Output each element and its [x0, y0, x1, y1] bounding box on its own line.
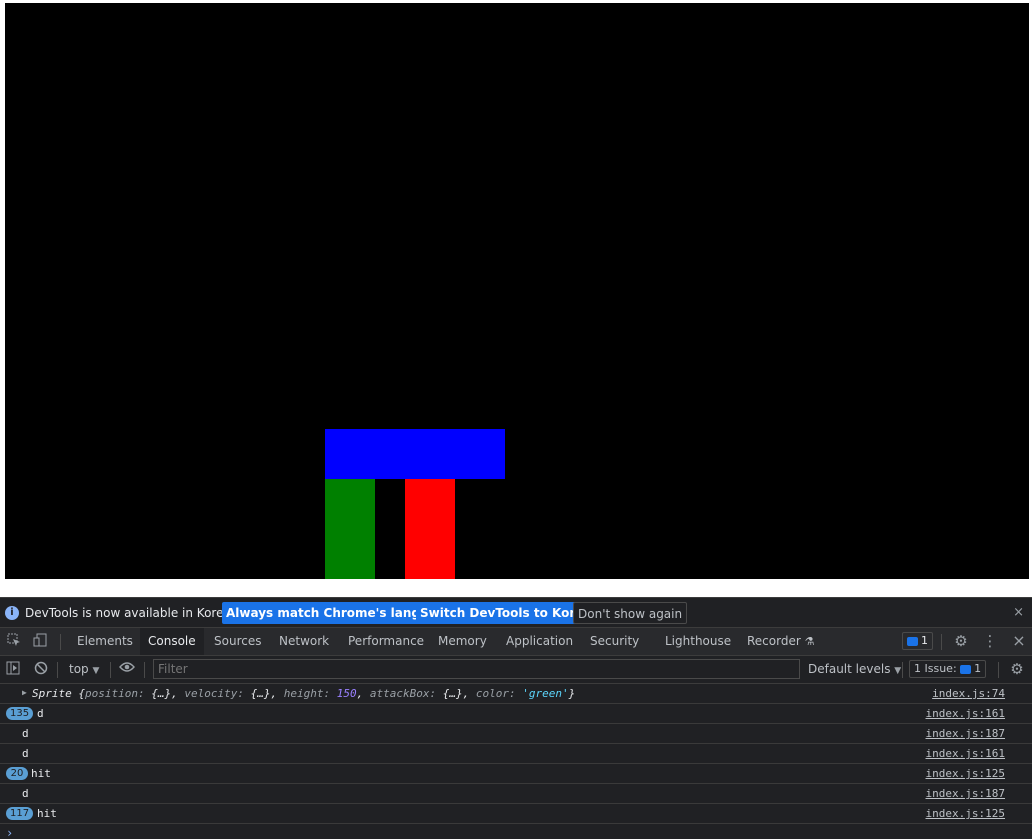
tab-sources[interactable]: Sources [206, 628, 269, 655]
sidebar-toggle-icon[interactable] [5, 661, 21, 677]
divider [902, 662, 903, 678]
console-row: d index.js:187 [0, 724, 1032, 744]
expand-arrow-icon[interactable]: ▶ [22, 688, 27, 697]
console-messages: ▶ Sprite {position: {…}, velocity: {…}, … [0, 684, 1032, 839]
language-infobar: i DevTools is now available in Korean! A… [0, 597, 1032, 628]
context-selector-label: top [69, 662, 89, 676]
console-toolbar: top ▼ Default levels ▼ 1 Issue: 1 ⚙ [0, 656, 1032, 684]
tab-memory[interactable]: Memory [430, 628, 495, 655]
close-icon[interactable]: × [1013, 605, 1024, 620]
issues-label: 1 Issue: [914, 662, 957, 675]
log-message: d [22, 747, 29, 760]
gear-icon[interactable]: ⚙ [953, 633, 969, 649]
info-icon: i [5, 606, 19, 620]
tab-performance[interactable]: Performance [340, 628, 432, 655]
log-message: d [37, 707, 44, 720]
tab-lighthouse[interactable]: Lighthouse [657, 628, 739, 655]
divider [941, 634, 942, 650]
repeat-count-badge: 20 [6, 767, 28, 780]
console-settings-icon[interactable]: ⚙ [1009, 661, 1025, 677]
console-row: 117 hit index.js:125 [0, 804, 1032, 824]
divider [60, 634, 61, 650]
close-devtools-icon[interactable]: × [1011, 633, 1027, 649]
game-canvas[interactable] [5, 3, 1029, 579]
filter-input[interactable] [153, 659, 800, 679]
message-icon [907, 636, 918, 646]
dont-show-again-button[interactable]: Don't show again [573, 602, 688, 624]
issues-count: 1 [974, 662, 982, 675]
prompt-icon: › [6, 826, 14, 839]
inspect-element-icon[interactable] [6, 633, 22, 649]
context-selector[interactable]: top ▼ [69, 662, 99, 676]
message-icon [960, 664, 972, 674]
dropdown-arrow-icon: ▼ [92, 666, 100, 676]
divider [998, 662, 999, 678]
player-sprite [325, 479, 375, 579]
issues-counter-button[interactable]: 1 Issue: 1 [909, 660, 987, 678]
log-message: d [22, 727, 29, 740]
tab-elements[interactable]: Elements [69, 628, 141, 655]
console-row: 20 hit index.js:125 [0, 764, 1032, 784]
divider [144, 662, 145, 678]
console-row: 135 d index.js:161 [0, 704, 1032, 724]
more-options-icon[interactable]: ⋮ [982, 633, 998, 649]
issues-badge-button[interactable]: 1 [902, 632, 933, 650]
devtools-panel: i DevTools is now available in Korean! A… [0, 597, 1032, 839]
devtools-tabbar: Elements Console Sources Network Perform… [0, 628, 1032, 656]
tab-security[interactable]: Security [582, 628, 647, 655]
device-toolbar-icon[interactable] [32, 633, 48, 649]
log-message: d [22, 787, 29, 800]
divider [57, 662, 58, 678]
flask-icon: ⚗ [804, 635, 815, 648]
tab-network[interactable]: Network [271, 628, 337, 655]
console-prompt-row[interactable]: › [0, 824, 1032, 839]
object-preview: Sprite {position: {…}, velocity: {…}, he… [32, 687, 576, 700]
log-levels-dropdown[interactable]: Default levels ▼ [808, 662, 901, 676]
divider [110, 662, 111, 678]
tab-console[interactable]: Console [140, 628, 204, 655]
tab-application[interactable]: Application [498, 628, 581, 655]
repeat-count-badge: 117 [6, 807, 34, 820]
log-message: hit [31, 767, 51, 780]
source-link[interactable]: index.js:125 [926, 807, 1005, 820]
source-link[interactable]: index.js:74 [932, 687, 1005, 700]
log-message: hit [37, 807, 57, 820]
issues-badge-count: 1 [921, 634, 928, 647]
clear-console-icon[interactable] [33, 661, 49, 677]
repeat-count-badge: 135 [6, 707, 34, 720]
infobar-message: DevTools is now available in Korean! [25, 606, 244, 620]
source-link[interactable]: index.js:187 [926, 787, 1005, 800]
source-link[interactable]: index.js:161 [926, 747, 1005, 760]
enemy-sprite [405, 479, 455, 579]
source-link[interactable]: index.js:161 [926, 707, 1005, 720]
source-link[interactable]: index.js:187 [926, 727, 1005, 740]
dropdown-arrow-icon: ▼ [894, 666, 902, 676]
tab-recorder[interactable]: Recorder ⚗ [739, 628, 822, 655]
console-row: d index.js:187 [0, 784, 1032, 804]
eye-icon[interactable] [119, 661, 135, 677]
tab-recorder-label: Recorder [747, 634, 801, 648]
console-row: d index.js:161 [0, 744, 1032, 764]
attack-box [325, 429, 505, 479]
console-row-object[interactable]: ▶ Sprite {position: {…}, velocity: {…}, … [0, 684, 1032, 704]
source-link[interactable]: index.js:125 [926, 767, 1005, 780]
log-levels-label: Default levels [808, 662, 891, 676]
